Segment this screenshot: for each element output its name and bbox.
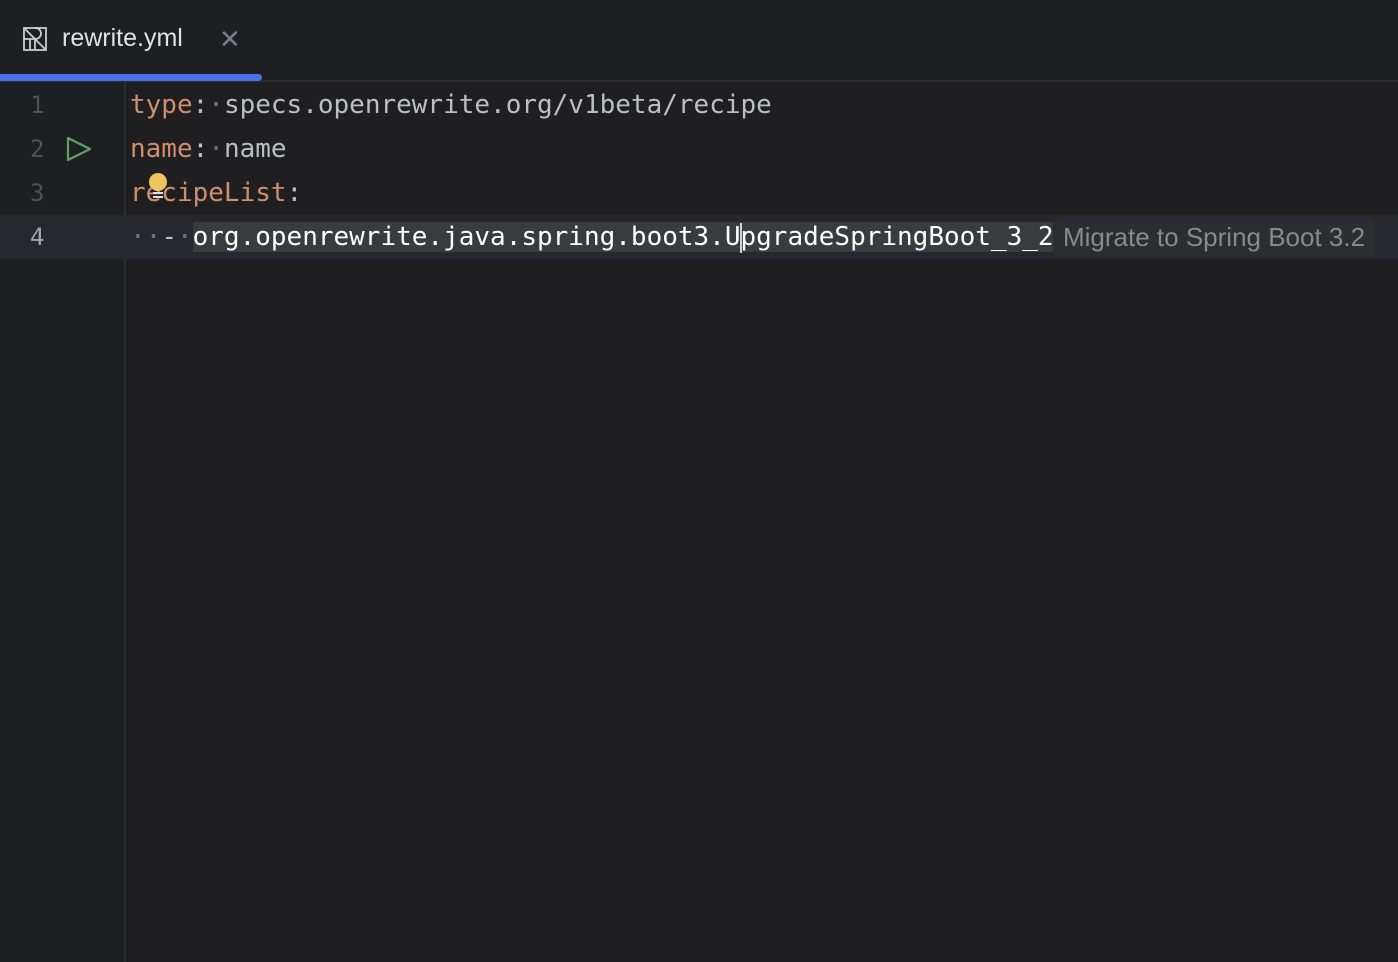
line-number: 3 — [30, 179, 45, 207]
line-number: 2 — [30, 135, 45, 163]
recipe-text: pgradeSpringBoot_3_2 — [740, 222, 1054, 252]
code-line-2[interactable]: 2 name:·name — [0, 127, 1398, 171]
openrewrite-file-icon — [23, 27, 47, 51]
tab-rewrite-yml[interactable]: rewrite.yml ✕ — [0, 0, 262, 81]
code-line-1[interactable]: 1 type:·specs.openrewrite.org/v1beta/rec… — [0, 83, 1398, 127]
yaml-value: name — [223, 134, 287, 164]
code-line-3[interactable]: 3 recipeList: — [0, 171, 1398, 215]
code-line-4[interactable]: 4 ··-·org.openrewrite.java.spring.boot3.… — [0, 215, 1398, 259]
code-text: type:·specs.openrewrite.org/v1beta/recip… — [130, 90, 772, 120]
run-icon[interactable] — [66, 136, 92, 162]
lightbulb-icon[interactable] — [148, 172, 168, 200]
active-tab-indicator — [0, 74, 262, 81]
line-number: 4 — [30, 223, 45, 251]
editor-tab-bar: rewrite.yml ✕ — [0, 0, 1398, 82]
tab-label: rewrite.yml — [62, 24, 183, 52]
code-text: ··-·org.openrewrite.java.spring.boot3.Up… — [130, 222, 1054, 253]
selected-recipe-name: org.openrewrite.java.spring.boot3.Upgrad… — [192, 222, 1054, 253]
recipe-text: org.openrewrite.java.spring.boot3.U — [192, 222, 741, 252]
list-dash: - — [161, 222, 177, 252]
code-text: name:·name — [130, 134, 287, 164]
yaml-key: type — [130, 90, 193, 120]
yaml-key: name — [130, 134, 193, 164]
colon: : — [192, 134, 209, 164]
colon: : — [286, 178, 303, 208]
inlay-hint: Migrate to Spring Boot 3.2 — [1053, 217, 1376, 257]
colon: : — [192, 90, 209, 120]
yaml-value: specs.openrewrite.org/v1beta/recipe — [223, 90, 772, 120]
close-icon[interactable]: ✕ — [219, 24, 241, 55]
line-number: 1 — [30, 91, 45, 119]
